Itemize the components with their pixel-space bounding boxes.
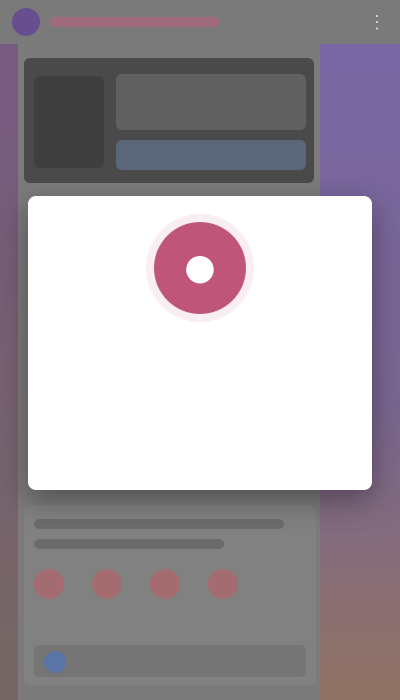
modal-actions [310, 452, 354, 472]
modal-title [28, 328, 372, 350]
circle-alert-icon: ● [154, 222, 246, 314]
modal-primary-button[interactable] [310, 452, 354, 472]
alert-glyph-icon: ● [184, 247, 216, 288]
app-screen: ⋮ ● [0, 0, 400, 700]
modal-body-text [62, 360, 338, 408]
modal-dialog: ● [28, 196, 372, 490]
